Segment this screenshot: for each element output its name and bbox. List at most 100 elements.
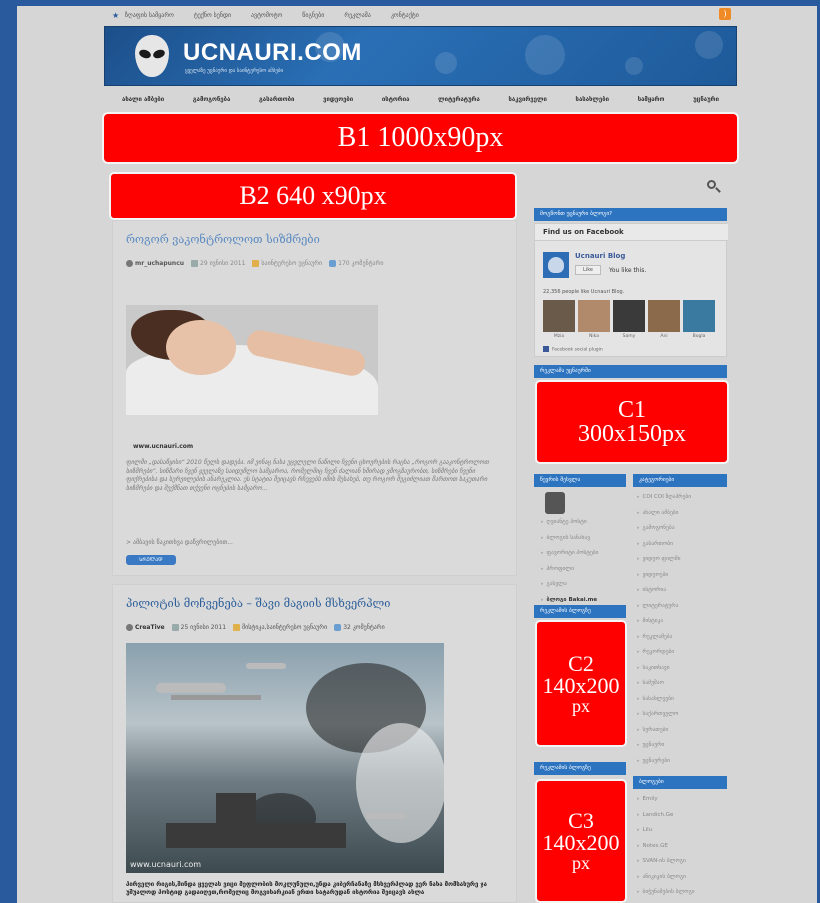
ad-size: 140x200 xyxy=(542,830,620,855)
top-nav-link[interactable]: ავტომოტო xyxy=(251,12,282,19)
post-comments[interactable]: 32 კომენტარი xyxy=(343,624,385,631)
category-link[interactable]: ისტორია xyxy=(637,583,727,599)
nav-item[interactable]: ლიტერატურა xyxy=(438,96,480,103)
category-link[interactable]: უცნაურები xyxy=(637,754,727,770)
ad-banner-c1[interactable]: C1 300x150px xyxy=(535,380,729,464)
blog-logo-icon[interactable] xyxy=(543,252,569,278)
category-link[interactable]: საკითხავი xyxy=(637,661,727,677)
top-nav-link[interactable]: წიგნები xyxy=(302,12,324,19)
top-nav-link[interactable]: რეკლამა xyxy=(344,12,371,19)
category-link[interactable]: ვიდეო ფილმი xyxy=(637,552,727,568)
ad-size: 140x200 xyxy=(542,672,620,698)
nav-item[interactable]: სამყარო xyxy=(638,96,665,103)
post-comments[interactable]: 170 კომენტარი xyxy=(338,260,383,267)
category-link[interactable]: მისტიკა xyxy=(637,614,727,630)
ad-banner-c2[interactable]: C2 140x200 px xyxy=(535,620,627,747)
rss-icon[interactable]: ) xyxy=(719,8,731,20)
image-caption: www.ucnauri.com xyxy=(133,443,194,450)
blog-link[interactable]: SVAN-ის ბლოგი xyxy=(637,854,727,870)
post-date: 25 ივნისი 2011 xyxy=(180,624,227,631)
sidebar-link[interactable]: ღვიანტე პოსტი xyxy=(541,515,631,531)
sidebar-link[interactable]: ბლოგის სანახავ xyxy=(541,531,631,547)
read-more-button[interactable]: ᲡᲠᲣᲚᲐᲓ xyxy=(126,555,176,565)
nav-item[interactable]: უცნაური xyxy=(693,96,719,103)
post-category[interactable]: საინტერესო უცნაური xyxy=(261,260,322,267)
post-author[interactable]: mr_uchapuncu xyxy=(135,260,184,267)
category-link[interactable]: სურათები xyxy=(637,723,727,739)
post-category[interactable]: მისტიკა,საინტერესო უცნაური xyxy=(242,624,327,631)
blog-link[interactable]: Notes.GE xyxy=(637,839,727,855)
category-link[interactable]: COI COI ზღაპრები xyxy=(637,490,727,506)
ad-widget-title: რეკლამა უცნაურში xyxy=(534,365,727,378)
comment-icon xyxy=(329,260,337,267)
site-header: UCNAURI.COM ყველაზე უცნაური და საინტერეს… xyxy=(104,26,737,86)
fb-fan[interactable]: Ani xyxy=(648,300,680,339)
ad-label: C1 xyxy=(617,397,646,423)
read-more-link[interactable]: > ამბავის წაკითხვა დაწვრილებით... xyxy=(126,539,233,546)
fb-fan[interactable]: Nika xyxy=(578,300,610,339)
sidebar-link[interactable]: ფავორიტი პოსტები xyxy=(541,546,631,562)
alien-logo-icon[interactable] xyxy=(135,35,169,77)
blog-link[interactable]: ბიჭუნამების ბლოგი xyxy=(637,885,727,901)
post-image xyxy=(126,305,378,415)
facebook-widget-title: მოგწონთ უცნაური ბლოგი? xyxy=(534,208,727,221)
fb-plugin-label[interactable]: Facebook social plugin xyxy=(543,346,603,353)
ad-label: C3 xyxy=(568,808,594,833)
fan-name: Nika xyxy=(589,334,599,339)
categories-widget-title: კატეგორიები xyxy=(633,474,727,487)
category-link[interactable]: რეკლამება xyxy=(637,630,727,646)
nav-item[interactable]: გამოგონება xyxy=(193,96,230,103)
top-nav-link[interactable]: ზღაფის სამყარო xyxy=(125,12,174,19)
category-link[interactable]: საქართველო xyxy=(637,707,727,723)
blogs-widget-title: ბლოგები xyxy=(633,776,727,789)
comment-icon xyxy=(334,624,342,631)
fan-avatar xyxy=(578,300,610,332)
nav-item[interactable]: გასართობი xyxy=(259,96,294,103)
sidebar-link[interactable]: პროფილი xyxy=(541,562,631,578)
blog-link[interactable]: Lilu xyxy=(637,823,727,839)
ad-banner-b2[interactable]: B2 640 x90px xyxy=(109,172,517,220)
fb-fan[interactable]: Samy xyxy=(613,300,645,339)
sidebar-link[interactable]: გასვლა xyxy=(541,577,631,593)
fb-header[interactable]: Find us on Facebook xyxy=(535,224,728,241)
post-meta: mr_uchapuncu 29 ივნისი 2011 საინტერესო უ… xyxy=(126,260,383,267)
fb-fan[interactable]: Mzia xyxy=(543,300,575,339)
home-icon[interactable]: ★ xyxy=(112,11,119,20)
search-icon[interactable] xyxy=(707,180,721,194)
site-logo-text[interactable]: UCNAURI.COM xyxy=(183,39,362,67)
avatar[interactable] xyxy=(545,492,565,514)
top-nav-links: ზღაფის სამყარო ტექნო სენდი ავტომოტო წიგნები… xyxy=(125,12,419,19)
post-title[interactable]: პილოტის მოჩვენება – შავი მაგიის მსხვერპლ… xyxy=(126,597,390,610)
blog-link[interactable]: Emily xyxy=(637,792,727,808)
fb-page-name[interactable]: Ucnauri Blog xyxy=(575,252,625,260)
calendar-icon xyxy=(171,624,179,631)
blog-link[interactable]: Landich.Ge xyxy=(637,808,727,824)
category-link[interactable]: გამოგონება xyxy=(637,521,727,537)
category-link[interactable]: გასართობი xyxy=(637,537,727,553)
category-link[interactable]: უცნაური xyxy=(637,738,727,754)
fb-like-button[interactable]: Like xyxy=(575,265,601,275)
post-title[interactable]: როგორ ვაკონტროლოთ სიზმრები xyxy=(126,233,320,246)
nav-item[interactable]: სასახლები xyxy=(576,96,609,103)
top-nav-link[interactable]: კონტაქტი xyxy=(391,12,419,19)
category-link[interactable]: ვიდეოები xyxy=(637,568,727,584)
nav-item[interactable]: ვიდეოები xyxy=(323,96,353,103)
fb-faces: Mzia Nika Samy Ani Bogla xyxy=(543,300,715,339)
category-link[interactable]: ახალი ამბები xyxy=(637,506,727,522)
nav-item[interactable]: ახალი ამბები xyxy=(122,96,164,103)
fb-you-like: You like this. xyxy=(609,267,647,274)
category-link[interactable]: სამუშაო xyxy=(637,676,727,692)
category-link[interactable]: რეკორდები xyxy=(637,645,727,661)
top-nav-link[interactable]: ტექნო სენდი xyxy=(194,12,231,19)
nav-item[interactable]: ისტორია xyxy=(382,96,410,103)
user-icon xyxy=(126,624,133,631)
nav-item[interactable]: საკვირველი xyxy=(509,96,547,103)
ad-banner-b1[interactable]: B1 1000x90px xyxy=(102,112,739,164)
category-link[interactable]: სასახლეები xyxy=(637,692,727,708)
ad-banner-c3[interactable]: C3 140x200 px xyxy=(535,779,627,903)
blog-link[interactable]: ანიკიკის ბლოგი xyxy=(637,870,727,886)
category-link[interactable]: ლიტერატურა xyxy=(637,599,727,615)
post-author[interactable]: CreaTive xyxy=(135,624,165,631)
fb-fan[interactable]: Bogla xyxy=(683,300,715,339)
post-card: პილოტის მოჩვენება – შავი მაგიის მსხვერპლ… xyxy=(112,584,517,903)
